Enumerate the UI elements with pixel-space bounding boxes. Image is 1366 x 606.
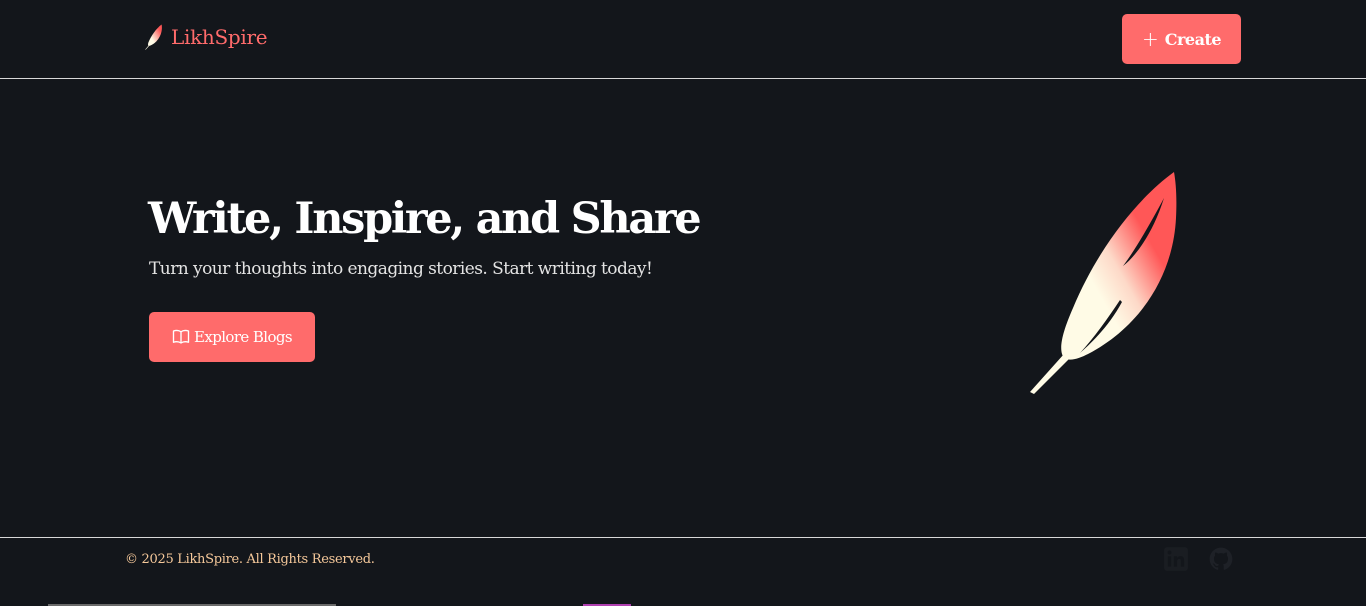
- create-button[interactable]: + Create: [1122, 14, 1241, 64]
- copyright-text: © 2025 LikhSpire. All Rights Reserved.: [125, 552, 375, 567]
- feather-icon: [145, 24, 162, 50]
- book-open-icon: [172, 329, 190, 344]
- footer: © 2025 LikhSpire. All Rights Reserved.: [0, 537, 1366, 606]
- hero-title: Write, Inspire, and Share: [148, 194, 702, 244]
- feather-illustration-icon: [1030, 172, 1177, 394]
- plus-icon: +: [1141, 27, 1159, 51]
- brand-name: LikhSpire: [171, 25, 268, 49]
- hero-subtitle: Turn your thoughts into engaging stories…: [149, 259, 653, 279]
- github-icon[interactable]: [1208, 546, 1234, 572]
- explore-blogs-button[interactable]: Explore Blogs: [149, 312, 315, 362]
- explore-blogs-label: Explore Blogs: [193, 328, 293, 346]
- linkedin-icon[interactable]: [1163, 546, 1189, 572]
- brand-logo-link[interactable]: LikhSpire: [144, 22, 268, 52]
- top-navbar: LikhSpire + Create: [0, 0, 1366, 79]
- create-button-label: Create: [1164, 29, 1222, 49]
